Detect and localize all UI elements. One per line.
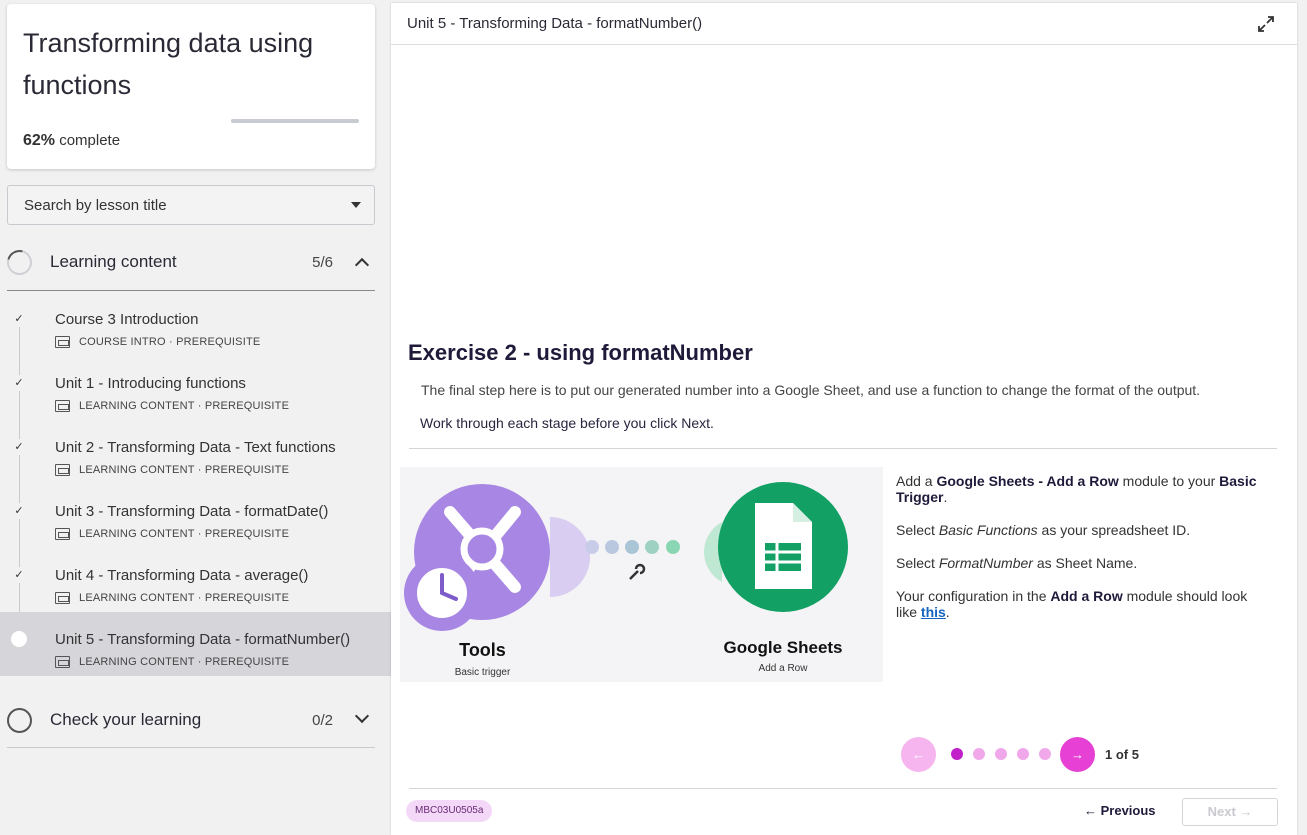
gear-icon [460,527,504,571]
lesson-title: Unit 5 - Transforming Data - formatNumbe… [55,631,351,648]
lesson-list: ✓ Course 3 Introduction COURSE INTRO · P… [0,292,391,676]
lesson-meta-text: COURSE INTRO · PREREQUISITE [79,336,261,348]
lesson-panel: Unit 5 - Transforming Data - formatNumbe… [391,3,1297,835]
progress-ring-icon [7,707,32,733]
sheets-sublabel: Add a Row [758,663,808,674]
lesson-title: Course 3 Introduction [55,311,199,328]
lesson-item[interactable]: ✓ Unit 3 - Transforming Data - formatDat… [0,484,391,548]
expand-icon[interactable] [1257,15,1275,33]
check-icon: ✓ [11,439,27,455]
wrench-small-icon [629,563,646,580]
lesson-title: Unit 3 - Transforming Data - formatDate(… [55,503,329,520]
learning-content-icon [55,528,70,540]
pager-dot[interactable] [1039,748,1051,760]
lesson-meta: LEARNING CONTENT · PREREQUISITE [55,656,289,668]
learning-content-icon [55,592,70,604]
section-check-your-learning[interactable]: Check your learning 0/2 [7,695,375,745]
lesson-title: Unit 4 - Transforming Data - average() [55,567,309,584]
lesson-search-dropdown[interactable]: Search by lesson title [7,185,375,225]
progress-bar [231,119,359,123]
lesson-meta-text: LEARNING CONTENT · PREREQUISITE [79,464,290,476]
instruction-4: Your configuration in the Add a Row modu… [896,588,1248,620]
caret-down-icon [351,202,361,208]
section-label: Learning content [50,252,177,271]
check-icon: ✓ [11,375,27,391]
chevron-up-icon[interactable] [354,257,370,273]
lesson-meta: COURSE INTRO · PREREQUISITE [55,336,260,348]
section-learning-content[interactable]: Learning content 5/6 [2,237,375,287]
pager-dot[interactable] [995,748,1007,760]
lesson-item[interactable]: ✓ Unit 4 - Transforming Data - average()… [0,548,391,612]
exercise-description: The final step here is to put our genera… [421,382,1201,398]
tools-sublabel: Basic trigger [454,667,511,678]
chevron-down-icon[interactable] [354,708,370,724]
lesson-header: Unit 5 - Transforming Data - formatNumbe… [391,3,1297,45]
instructions: Add a Google Sheets - Add a Row module t… [896,473,1266,637]
progress-suffix: complete [55,132,121,149]
lesson-meta-text: LEARNING CONTENT · PREREQUISITE [79,528,290,540]
config-link[interactable]: this [921,604,946,620]
progress-percent: 62% [23,132,56,149]
pager-count: 1 of 5 [1105,746,1139,762]
lesson-meta-text: LEARNING CONTENT · PREREQUISITE [79,592,290,604]
pager-dot[interactable] [951,748,963,760]
next-button[interactable]: Next → [1182,798,1278,826]
instruction-1: Add a Google Sheets - Add a Row module t… [896,473,1257,505]
pager-dot[interactable] [973,748,985,760]
divider [7,290,375,291]
lesson-meta-text: LEARNING CONTENT · PREREQUISITE [79,400,290,412]
lesson-header-title: Unit 5 - Transforming Data - formatNumbe… [407,15,703,32]
lesson-search-label: Search by lesson title [24,196,167,214]
previous-button[interactable]: ← Previous [1084,803,1156,818]
connector-left-icon [550,517,590,597]
pager-dot[interactable] [1017,748,1029,760]
scenario-illustration: Tools Basic trigger Google Sheets Add a … [400,467,883,682]
instruction-2: Select Basic Functions as your spreadshe… [896,522,1191,538]
lesson-item[interactable]: ✓ Unit 1 - Introducing functions LEARNIN… [0,356,391,420]
progress-text: 62% complete [23,132,120,150]
instruction-3: Select FormatNumber as Sheet Name. [896,555,1138,571]
lesson-item-active[interactable]: Unit 5 - Transforming Data - formatNumbe… [0,612,391,676]
course-intro-icon [55,336,70,348]
lesson-item[interactable]: ✓ Course 3 Introduction COURSE INTRO · P… [0,292,391,356]
lesson-code-badge: MBC03U0505a [406,800,493,822]
pager-prev-button[interactable]: ← [901,736,936,772]
lesson-meta: LEARNING CONTENT · PREREQUISITE [55,592,289,604]
check-icon: ✓ [11,503,27,519]
lesson-meta-text: LEARNING CONTENT · PREREQUISITE [79,656,290,668]
section-count: 5/6 [312,253,333,271]
lesson-meta: LEARNING CONTENT · PREREQUISITE [55,528,289,540]
learning-content-icon [55,464,70,476]
lesson-title: Unit 1 - Introducing functions [55,375,246,392]
sheets-label: Google Sheets [723,638,843,657]
check-icon: ✓ [11,311,27,327]
pager-next-button[interactable]: → [1060,736,1095,772]
lesson-meta: LEARNING CONTENT · PREREQUISITE [55,400,289,412]
section-label: Check your learning [50,710,202,729]
learning-content-icon [55,656,70,668]
progress-ring-icon [2,244,37,280]
exercise-note: Work through each stage before you click… [420,415,714,431]
divider [409,448,1277,449]
section-count: 0/2 [312,711,333,729]
course-card: Transforming data using functions 62% co… [7,4,375,169]
check-icon: ✓ [11,567,27,583]
tools-label: Tools [459,640,506,660]
lesson-title: Unit 2 - Transforming Data - Text functi… [55,439,336,456]
learning-content-icon [55,400,70,412]
current-dot-icon [11,631,27,647]
lesson-item[interactable]: ✓ Unit 2 - Transforming Data - Text func… [0,420,391,484]
divider [7,747,375,748]
stage-pager: ← → 1 of 5 [901,736,1139,772]
sidebar: Transforming data using functions 62% co… [0,0,391,835]
exercise-title: Exercise 2 - using formatNumber [408,340,753,365]
course-title: Transforming data using functions [23,28,314,100]
divider [409,788,1277,789]
progress-fill [231,119,311,123]
lesson-meta: LEARNING CONTENT · PREREQUISITE [55,464,289,476]
